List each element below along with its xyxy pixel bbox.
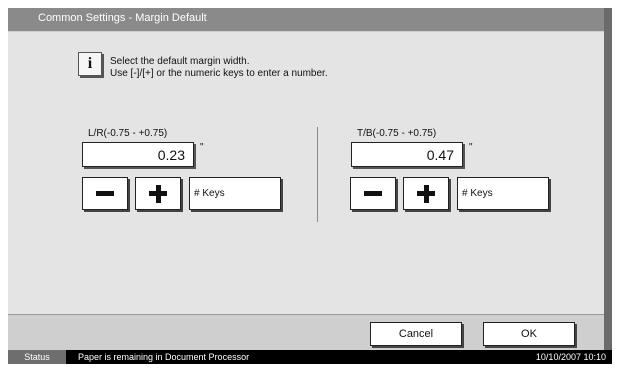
lr-increase-button[interactable] [135,177,181,210]
status-button[interactable]: Status [8,350,66,364]
info-message-line1: Select the default margin width. [110,56,250,67]
minus-icon [96,191,114,196]
info-icon: i [78,52,102,76]
page-title: Common Settings - Margin Default [38,12,207,24]
cancel-button[interactable]: Cancel [370,322,462,346]
minus-icon [364,191,382,196]
lr-numeric-keys-button[interactable]: # Keys [189,177,281,210]
screen: Common Settings - Margin Default i Selec… [8,8,612,364]
info-message-line2: Use [-]/[+] or the numeric keys to enter… [110,68,328,79]
right-edge-strip [604,8,612,350]
tb-increase-button[interactable] [403,177,449,210]
plus-icon [417,184,435,203]
main-panel: i Select the default margin width. Use [… [8,32,604,351]
status-datetime: 10/10/2007 10:10 [535,352,606,362]
tb-range-label: T/B(-0.75 - +0.75) [357,128,437,139]
command-bar: Cancel OK [8,314,604,351]
lr-value-field[interactable]: 0.23 [82,142,194,167]
lr-range-label: L/R(-0.75 - +0.75) [88,128,168,139]
lr-unit-label: " [200,142,204,153]
tb-decrease-button[interactable] [350,177,396,210]
tb-numeric-keys-button[interactable]: # Keys [457,177,549,210]
plus-icon [149,184,167,203]
lr-decrease-button[interactable] [82,177,128,210]
group-divider [317,127,318,222]
ok-button[interactable]: OK [483,322,575,346]
status-message: Paper is remaining in Document Processor [78,352,250,362]
tb-unit-label: " [469,142,473,153]
title-bar: Common Settings - Margin Default [8,8,604,32]
tb-value-field[interactable]: 0.47 [351,142,463,167]
status-bar: Status Paper is remaining in Document Pr… [8,350,612,364]
